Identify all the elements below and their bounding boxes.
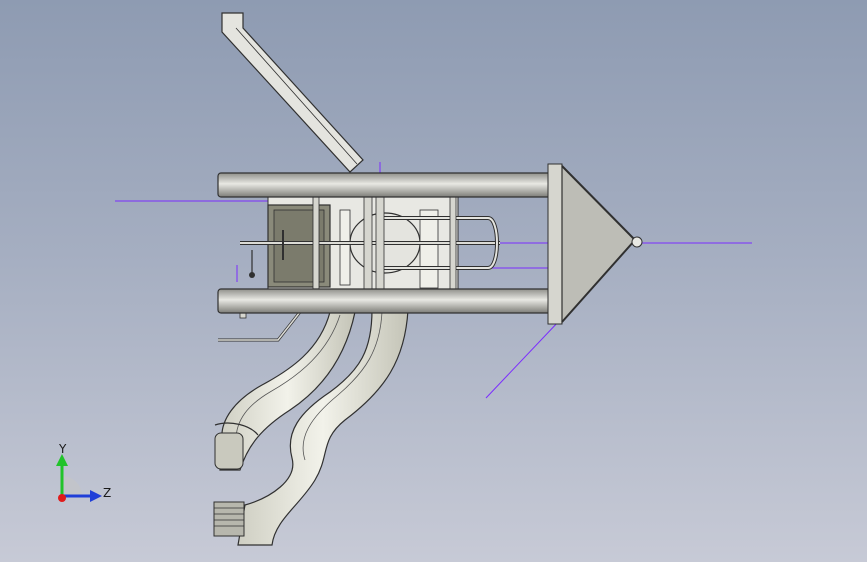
top-rail — [221, 12, 364, 173]
orientation-triad: Y Z — [40, 438, 130, 518]
triad-graphic — [56, 454, 102, 502]
graphics-viewport[interactable]: Y Z — [0, 0, 867, 562]
triad-z-label: Z — [103, 486, 112, 500]
triad-y-label: Y — [59, 442, 67, 456]
roof-panel — [547, 163, 643, 325]
playground-slide-model[interactable] — [0, 0, 867, 562]
